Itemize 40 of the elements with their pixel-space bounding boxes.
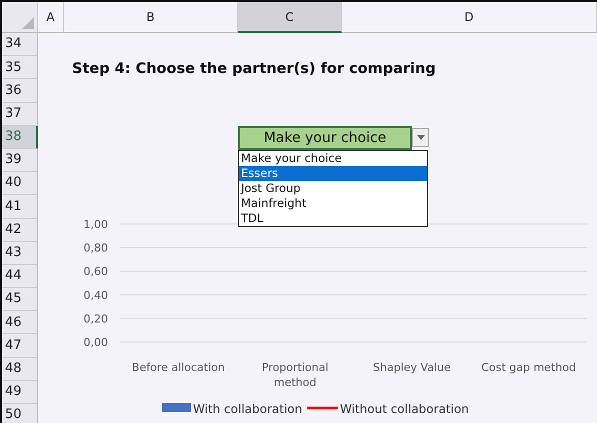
row-header[interactable]: 43 xyxy=(2,242,38,265)
category-label: Before allocation xyxy=(132,361,225,374)
row-header[interactable]: 37 xyxy=(2,102,38,126)
axis-tick-label: 0,80 xyxy=(84,242,108,255)
row-header[interactable]: 40 xyxy=(2,172,38,196)
axis-tick-label: 0,40 xyxy=(84,288,108,302)
row-header[interactable]: 48 xyxy=(2,358,38,381)
dropdown-option[interactable]: Mainfreight xyxy=(239,196,427,211)
category-label: Cost gap method xyxy=(481,361,576,374)
axis-tick-label: 0,60 xyxy=(84,265,108,278)
column-header[interactable]: B xyxy=(64,2,238,33)
row-header[interactable]: 39 xyxy=(2,148,38,172)
row-header[interactable]: 50 xyxy=(2,404,38,423)
column-header[interactable]: D xyxy=(342,2,597,33)
row-header[interactable]: 42 xyxy=(2,218,38,242)
row-header[interactable]: 44 xyxy=(2,264,38,288)
row-header[interactable]: 49 xyxy=(2,380,38,404)
axis-tick-label: 0,20 xyxy=(84,312,108,326)
row-header[interactable]: 46 xyxy=(2,311,38,334)
row-header[interactable]: 34 xyxy=(2,33,38,56)
row-header[interactable]: 41 xyxy=(2,195,38,218)
axis-tick-label: 0,00 xyxy=(84,336,108,349)
row-header[interactable]: 47 xyxy=(2,334,38,358)
row-header[interactable]: 38 xyxy=(2,126,38,149)
row-header[interactable]: 35 xyxy=(2,56,38,80)
category-label: Proportional method xyxy=(262,361,328,389)
legend-label: Without collaboration xyxy=(340,402,469,416)
row-header[interactable]: 45 xyxy=(2,288,38,312)
dropdown-option[interactable]: Jost Group xyxy=(239,181,427,196)
dropdown-option[interactable]: Make your choice xyxy=(239,151,427,166)
category-label: Shapley Value xyxy=(373,361,451,374)
column-header[interactable]: C xyxy=(238,2,342,33)
column-header[interactable]: A xyxy=(38,2,64,33)
dropdown-option[interactable]: Essers xyxy=(239,166,427,181)
row-header[interactable]: 36 xyxy=(2,79,38,103)
dropdown-option[interactable]: TDL xyxy=(239,211,427,226)
dropdown-field[interactable]: Make your choice xyxy=(238,126,412,150)
step-heading: Step 4: Choose the partner(s) for comparing xyxy=(72,60,436,79)
axis-tick-label: 1,00 xyxy=(84,218,108,231)
legend-label: With collaboration xyxy=(193,402,302,416)
